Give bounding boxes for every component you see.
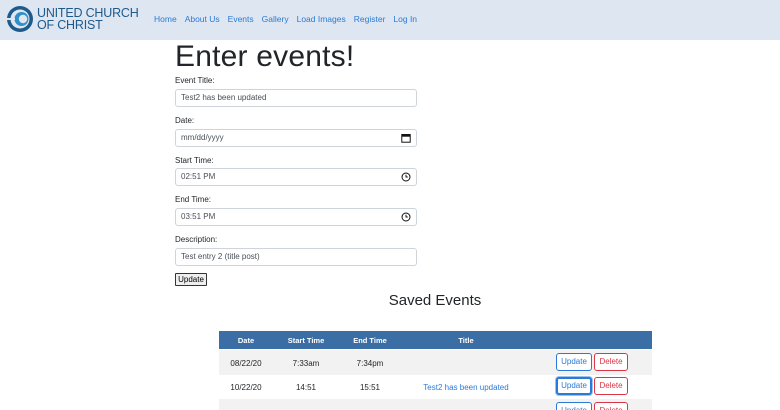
date-label: Date:	[175, 116, 195, 125]
row-title-link[interactable]: Test2 has been updated	[423, 383, 508, 392]
site-logo[interactable]: UNITED CHURCH OF CHRIST	[6, 5, 146, 35]
calendar-icon[interactable]	[401, 133, 411, 143]
row-start-time: 7:33am	[292, 359, 320, 368]
column-header-title: Title	[458, 336, 474, 345]
nav-link-events[interactable]: Events	[228, 14, 254, 24]
column-header-date: Date	[237, 336, 255, 345]
table-row: Update Delete	[219, 399, 652, 410]
row-start-time: 14:51	[295, 383, 317, 392]
nav-link-log-in[interactable]: Log In	[393, 14, 417, 24]
form-update-button[interactable]: Update	[175, 273, 207, 286]
column-header-end-time: End Time	[353, 336, 387, 345]
date-input[interactable]: mm/dd/yyyy	[175, 129, 417, 147]
table-row: 10/22/20 14:51 15:51 Test2 has been upda…	[219, 374, 652, 399]
row-update-button[interactable]: Update	[556, 353, 592, 371]
saved-events-heading: Saved Events	[388, 292, 482, 309]
navbar: UNITED CHURCH OF CHRIST Home About Us Ev…	[0, 0, 780, 40]
table-header: Date Start Time End Time Title	[219, 331, 652, 349]
event-title-input[interactable]: Test2 has been updated	[175, 89, 417, 107]
end-time-value: 03:51 PM	[181, 212, 216, 221]
nav-link-home[interactable]: Home	[154, 14, 177, 24]
nav-link-register[interactable]: Register	[354, 14, 386, 24]
clock-icon[interactable]	[401, 172, 411, 182]
event-title-value: Test2 has been updated	[181, 93, 267, 102]
row-delete-button[interactable]: Delete	[594, 353, 628, 371]
description-value: Test entry 2 (title post)	[181, 252, 260, 261]
nav-link-gallery[interactable]: Gallery	[262, 14, 289, 24]
description-input[interactable]: Test entry 2 (title post)	[175, 248, 417, 266]
row-update-button[interactable]: Update	[556, 402, 592, 410]
date-value: mm/dd/yyyy	[181, 133, 224, 142]
column-header-start-time: Start Time	[287, 336, 325, 345]
page-title: Enter events!	[175, 40, 355, 73]
description-label: Description:	[175, 235, 218, 244]
nav-links: Home About Us Events Gallery Load Images…	[154, 14, 425, 24]
table-row: 08/22/20 7:33am 7:34pm Update Delete	[219, 350, 652, 375]
row-delete-button[interactable]: Delete	[594, 402, 628, 410]
nav-link-load-images[interactable]: Load Images	[297, 14, 346, 24]
row-date: 08/22/20	[230, 359, 262, 368]
row-delete-button[interactable]: Delete	[594, 377, 628, 395]
row-end-time: 15:51	[359, 383, 381, 392]
row-end-time: 7:34pm	[356, 359, 384, 368]
end-time-label: End Time:	[175, 195, 212, 204]
row-date: 10/22/20	[230, 383, 262, 392]
row-update-button[interactable]: Update	[556, 377, 592, 395]
start-time-label: Start Time:	[175, 156, 214, 165]
nav-link-about-us[interactable]: About Us	[185, 14, 220, 24]
ucc-logo-icon	[6, 6, 33, 32]
start-time-input[interactable]: 02:51 PM	[175, 168, 417, 186]
logo-text: UNITED CHURCH OF CHRIST	[37, 7, 139, 32]
event-title-label: Event Title:	[175, 76, 215, 85]
logo-line-2: OF CHRIST	[37, 18, 103, 32]
start-time-value: 02:51 PM	[181, 172, 216, 181]
clock-icon[interactable]	[401, 212, 411, 222]
end-time-input[interactable]: 03:51 PM	[175, 208, 417, 226]
